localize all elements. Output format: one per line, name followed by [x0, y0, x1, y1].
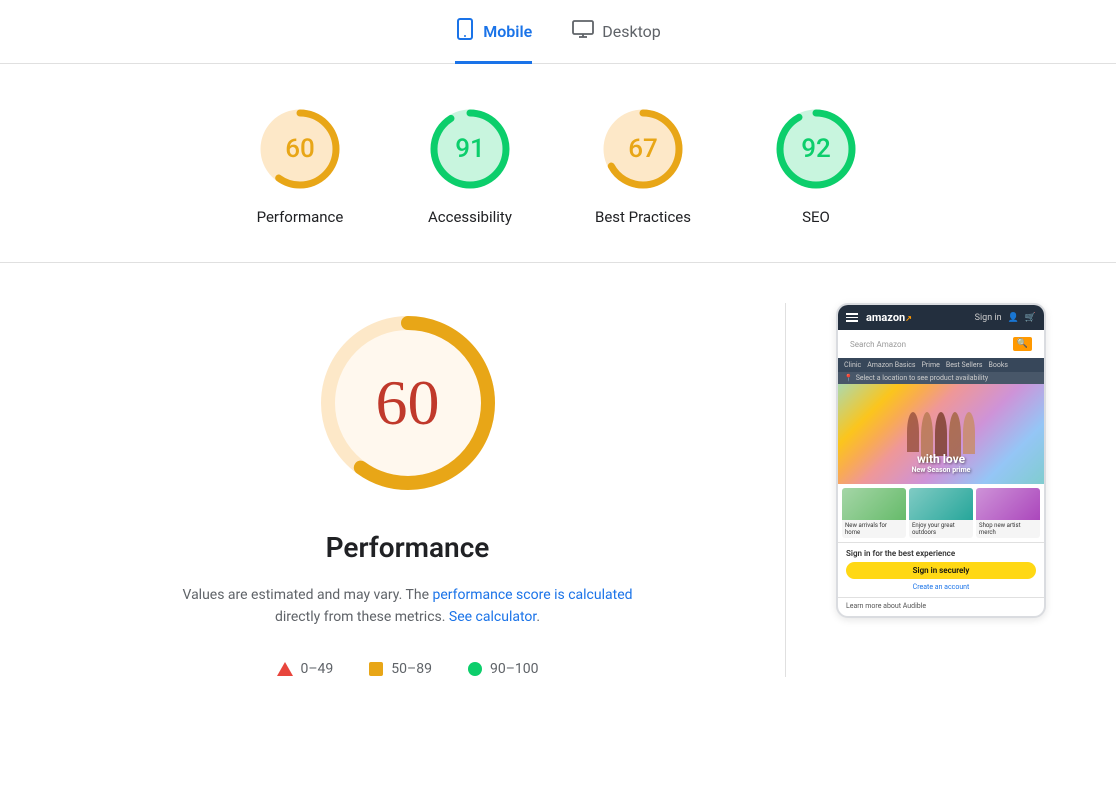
legend-good-range: 90–100	[490, 661, 539, 677]
score-accessibility[interactable]: 91 Accessibility	[425, 104, 515, 226]
description-text: Values are estimated and may vary. The p…	[178, 584, 638, 629]
legend-medium: 50–89	[369, 661, 432, 677]
nav-books: Books	[989, 361, 1009, 369]
poor-icon	[277, 662, 293, 676]
mobile-icon	[455, 18, 475, 45]
vertical-divider	[785, 303, 786, 677]
score-label-best-practices: Best Practices	[595, 208, 691, 226]
big-score-container: 60	[308, 303, 508, 503]
score-circle-seo: 92	[771, 104, 861, 194]
tab-desktop-label: Desktop	[602, 22, 661, 41]
score-circle-accessibility: 91	[425, 104, 515, 194]
score-value-best-practices: 67	[628, 134, 658, 164]
location-text: Select a location to see product availab…	[856, 374, 988, 382]
tab-desktop[interactable]: Desktop	[572, 20, 661, 62]
phone-products-row: New arrivals for home Enjoy your great o…	[838, 484, 1044, 542]
main-content: 60 Performance Values are estimated and …	[0, 263, 1116, 717]
hamburger-icon	[846, 313, 858, 322]
scores-row: 60 Performance 91 Accessibility 67 Best …	[0, 64, 1116, 263]
nav-clinic: Clinic	[844, 361, 861, 369]
amazon-logo: amazon↗	[866, 311, 912, 324]
phone-nav-links: Clinic Amazon Basics Prime Best Sellers …	[838, 358, 1044, 372]
score-label-performance: Performance	[257, 208, 344, 226]
left-panel: 60 Performance Values are estimated and …	[80, 303, 735, 677]
phone-header-left: amazon↗	[846, 311, 912, 324]
score-value-performance: 60	[285, 134, 315, 164]
sign-in-button[interactable]: Sign in securely	[846, 562, 1036, 579]
audible-text: Learn more about Audible	[846, 602, 926, 610]
performance-score-link[interactable]: performance score is calculated	[432, 587, 632, 603]
nav-basics: Amazon Basics	[867, 361, 915, 369]
phone-sign-in-section: Sign in for the best experience Sign in …	[838, 542, 1044, 597]
score-seo[interactable]: 92 SEO	[771, 104, 861, 226]
legend-poor-range: 0–49	[301, 661, 334, 677]
product-label-1: New arrivals for home	[842, 520, 906, 538]
description-prefix: Values are estimated and may vary. The	[182, 587, 432, 603]
score-value-accessibility: 91	[455, 134, 485, 164]
description-suffix: .	[536, 609, 540, 625]
tab-mobile-label: Mobile	[483, 22, 532, 41]
phone-hero-image: with love New Season prime	[838, 384, 1044, 484]
score-circle-best-practices: 67	[598, 104, 688, 194]
product-label-3: Shop new artist merch	[976, 520, 1040, 538]
phone-location-bar: 📍 Select a location to see product avail…	[838, 372, 1044, 384]
description-middle: directly from these metrics.	[275, 609, 449, 625]
phone-header: amazon↗ Sign in 👤 🛒	[838, 305, 1044, 330]
good-icon	[468, 662, 482, 676]
legend-good: 90–100	[468, 661, 539, 677]
phone-search-bar: Search Amazon 🔍	[844, 334, 1038, 354]
search-button: 🔍	[1013, 337, 1032, 351]
tab-bar: Mobile Desktop	[0, 0, 1116, 64]
create-account-link[interactable]: Create an account	[846, 583, 1036, 591]
phone-header-right: Sign in 👤 🛒	[975, 313, 1036, 323]
sign-in-link: Sign in	[975, 313, 1002, 323]
desktop-icon	[572, 20, 594, 43]
product-item-1: New arrivals for home	[842, 488, 906, 538]
cart-icon: 🛒	[1025, 313, 1036, 323]
sign-in-title: Sign in for the best experience	[846, 549, 1036, 558]
score-best-practices[interactable]: 67 Best Practices	[595, 104, 691, 226]
product-item-2: Enjoy your great outdoors	[909, 488, 973, 538]
tab-mobile[interactable]: Mobile	[455, 18, 532, 64]
score-circle-performance: 60	[255, 104, 345, 194]
right-panel: amazon↗ Sign in 👤 🛒 Search Amazon 🔍 Clin…	[836, 303, 1056, 677]
nav-prime: Prime	[922, 361, 940, 369]
score-label-seo: SEO	[802, 208, 830, 226]
search-placeholder: Search Amazon	[850, 340, 906, 349]
score-value-seo: 92	[801, 134, 831, 164]
phone-audible-section: Learn more about Audible	[838, 597, 1044, 616]
product-label-2: Enjoy your great outdoors	[909, 520, 973, 538]
legend: 0–49 50–89 90–100	[277, 661, 539, 677]
location-icon: 📍	[844, 374, 853, 382]
score-label-accessibility: Accessibility	[428, 208, 512, 226]
nav-bestsellers: Best Sellers	[946, 361, 983, 369]
product-item-3: Shop new artist merch	[976, 488, 1040, 538]
legend-medium-range: 50–89	[391, 661, 432, 677]
big-score-value: 60	[376, 366, 440, 440]
phone-mockup: amazon↗ Sign in 👤 🛒 Search Amazon 🔍 Clin…	[836, 303, 1046, 618]
user-icon: 👤	[1008, 313, 1019, 323]
medium-icon	[369, 662, 383, 676]
big-score-label: Performance	[326, 531, 490, 564]
hero-text: with love New Season prime	[912, 452, 971, 474]
legend-poor: 0–49	[277, 661, 334, 677]
score-performance[interactable]: 60 Performance	[255, 104, 345, 226]
hero-subtext: New Season prime	[912, 466, 971, 474]
calculator-link[interactable]: See calculator	[449, 609, 536, 625]
